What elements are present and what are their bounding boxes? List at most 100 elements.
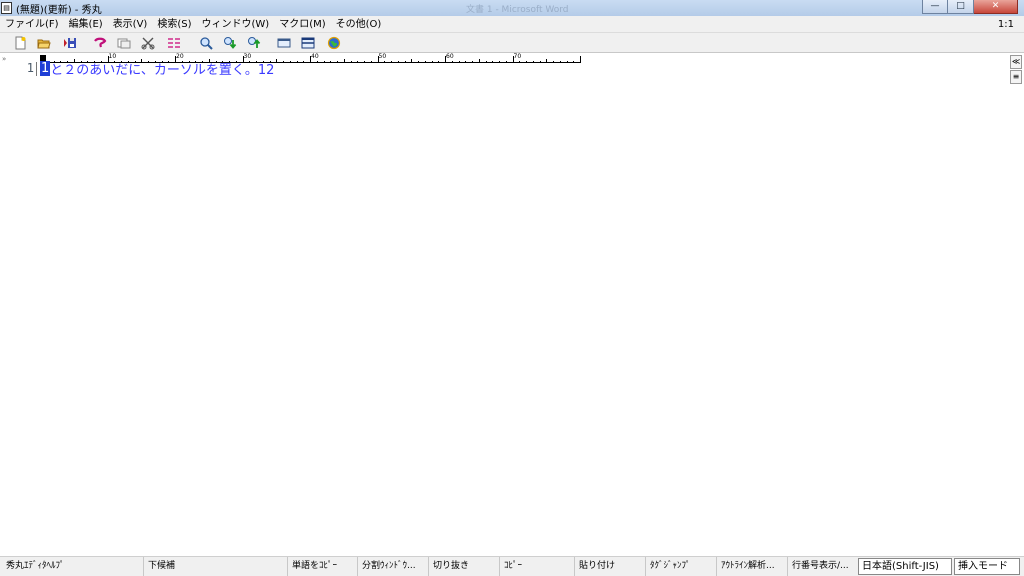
ruler-label: 50 — [378, 53, 387, 60]
search-prev-icon[interactable] — [246, 36, 262, 50]
menu-bar: ファイル(F) 編集(E) 表示(V) 検索(S) ウィンドウ(W) マクロ(M… — [0, 16, 1024, 33]
ruler-tick — [499, 61, 500, 63]
ruler-tick — [559, 61, 561, 63]
ruler-start-marker: » — [2, 55, 7, 63]
ruler-tick — [472, 61, 473, 63]
fkey-10[interactable]: 行番号表示/... — [787, 557, 849, 576]
ruler-tick — [337, 61, 338, 63]
ruler-tick — [532, 61, 534, 63]
ruler-tick — [418, 61, 419, 63]
ruler-tick — [505, 61, 507, 63]
fkey-3[interactable]: 単語をｺﾋﾟｰ — [287, 557, 337, 576]
fkey-6[interactable]: ｺﾋﾟｰ — [499, 557, 522, 576]
fkey-4[interactable]: 分割ｳｨﾝﾄﾞｳ... — [357, 557, 416, 576]
hidemaru-window: ▤ (無題)(更新) - 秀丸 文書 1 - Microsoft Word — … — [0, 0, 1024, 576]
ruler-tick — [283, 61, 284, 63]
fkey-7[interactable]: 貼り付け — [574, 557, 615, 576]
menu-other[interactable]: その他(O) — [331, 16, 387, 33]
ruler-tick — [431, 61, 433, 63]
scroll-split-button[interactable]: ≡ — [1010, 70, 1022, 84]
line-text: と２のあいだに、カーソルを置く。12 — [50, 62, 275, 78]
ruler-tick — [384, 61, 386, 63]
save-icon[interactable] — [62, 36, 78, 50]
fkey-5[interactable]: 切り抜き — [428, 557, 469, 576]
ruler-tick — [539, 61, 541, 63]
close-button[interactable]: ✕ — [974, 0, 1018, 14]
minimize-button[interactable]: — — [922, 0, 948, 14]
ruler-label: 60 — [446, 53, 454, 60]
ruler-tick — [573, 61, 575, 63]
ruler-tick — [330, 61, 332, 63]
undo-icon[interactable] — [92, 36, 108, 50]
text-cursor: 1 — [40, 60, 51, 76]
ruler-tick — [465, 61, 467, 63]
ruler-tick — [364, 61, 365, 63]
search-icon[interactable] — [198, 36, 214, 50]
encoding-status[interactable]: 日本語(Shift-JIS) — [858, 558, 952, 575]
ruler-tick — [546, 59, 548, 63]
cursor-position: 1:1 — [997, 19, 1014, 30]
ruler-tick — [370, 61, 372, 63]
fkey-2[interactable]: 下候補 — [143, 557, 175, 576]
maximize-button[interactable]: □ — [948, 0, 974, 14]
ruler-tick — [303, 61, 305, 63]
window-controls: — □ ✕ — [922, 0, 1018, 14]
line-number-separator — [36, 62, 37, 76]
ruler-label: 40 — [311, 53, 319, 60]
ruler-tick — [438, 61, 440, 63]
ruler-tick — [478, 59, 480, 63]
ruler-tick — [357, 61, 359, 63]
title-bar: ▤ (無題)(更新) - 秀丸 文書 1 - Microsoft Word — … — [0, 0, 1024, 16]
cut-icon[interactable] — [140, 36, 156, 50]
ruler-tick — [519, 61, 521, 63]
fkey-9[interactable]: ｱｳﾄﾗｲﾝ解析... — [716, 557, 775, 576]
ruler-tick — [323, 61, 325, 63]
ruler-tick — [485, 61, 487, 63]
menu-view[interactable]: 表示(V) — [108, 16, 153, 33]
menu-macro[interactable]: マクロ(M) — [274, 16, 330, 33]
ruler-tick — [350, 61, 352, 63]
input-mode-status[interactable]: 挿入モード — [954, 558, 1020, 575]
ruler-tick — [289, 61, 291, 63]
menu-window[interactable]: ウィンドウ(W) — [197, 16, 275, 33]
fkey-1[interactable]: 秀丸ｴﾃﾞｨﾀﾍﾙﾌﾟ — [2, 557, 65, 576]
window-icon[interactable] — [276, 36, 292, 50]
ruler-tick — [553, 61, 554, 63]
copy-icon[interactable] — [116, 36, 132, 50]
editor-area[interactable]: » 10 20 30 40 50 60 70 1 1 と２のあいだに、カーソルを置く。12 … — [0, 53, 1024, 556]
ruler-tick — [451, 61, 453, 63]
app-icon: ▤ — [1, 2, 12, 14]
background-window-title: 文書 1 - Microsoft Word — [466, 5, 569, 15]
ruler-tick — [526, 61, 527, 63]
line-number: 1 — [26, 61, 34, 75]
open-folder-icon[interactable] — [36, 36, 52, 50]
split-window-icon[interactable] — [300, 36, 316, 50]
window-title: (無題)(更新) - 秀丸 — [16, 4, 102, 16]
new-file-icon[interactable] — [12, 36, 28, 50]
ruler-tick — [424, 61, 426, 63]
ruler-tick — [580, 56, 581, 63]
search-next-icon[interactable] — [222, 36, 238, 50]
menu-file[interactable]: ファイル(F) — [0, 16, 64, 33]
function-key-bar: 秀丸ｴﾃﾞｨﾀﾍﾙﾌﾟ 下候補 単語をｺﾋﾟｰ 分割ｳｨﾝﾄﾞｳ... 切り抜き… — [0, 556, 1024, 576]
ruler-tick — [276, 59, 278, 63]
ruler-tick — [397, 61, 399, 63]
scroll-top-button[interactable]: ≪ — [1010, 55, 1022, 69]
ruler-tick — [296, 61, 298, 63]
ruler-tick — [391, 61, 392, 63]
toolbar — [0, 33, 1024, 53]
fkey-8[interactable]: ﾀｸﾞｼﾞｬﾝﾌﾟ — [645, 557, 691, 576]
ruler-tick — [404, 61, 406, 63]
menu-edit[interactable]: 編集(E) — [64, 16, 108, 33]
paste-icon[interactable] — [166, 36, 182, 50]
globe-icon[interactable] — [326, 36, 342, 50]
ruler-tick — [316, 61, 318, 63]
text-line[interactable]: 1 と２のあいだに、カーソルを置く。12 — [40, 60, 275, 78]
ruler-tick — [492, 61, 494, 63]
ruler-tick — [566, 61, 568, 63]
ruler-tick — [411, 59, 413, 63]
ruler-label: 70 — [513, 53, 522, 60]
ruler-tick — [343, 59, 345, 63]
menu-search[interactable]: 検索(S) — [152, 16, 196, 33]
ruler-tick — [458, 61, 460, 63]
